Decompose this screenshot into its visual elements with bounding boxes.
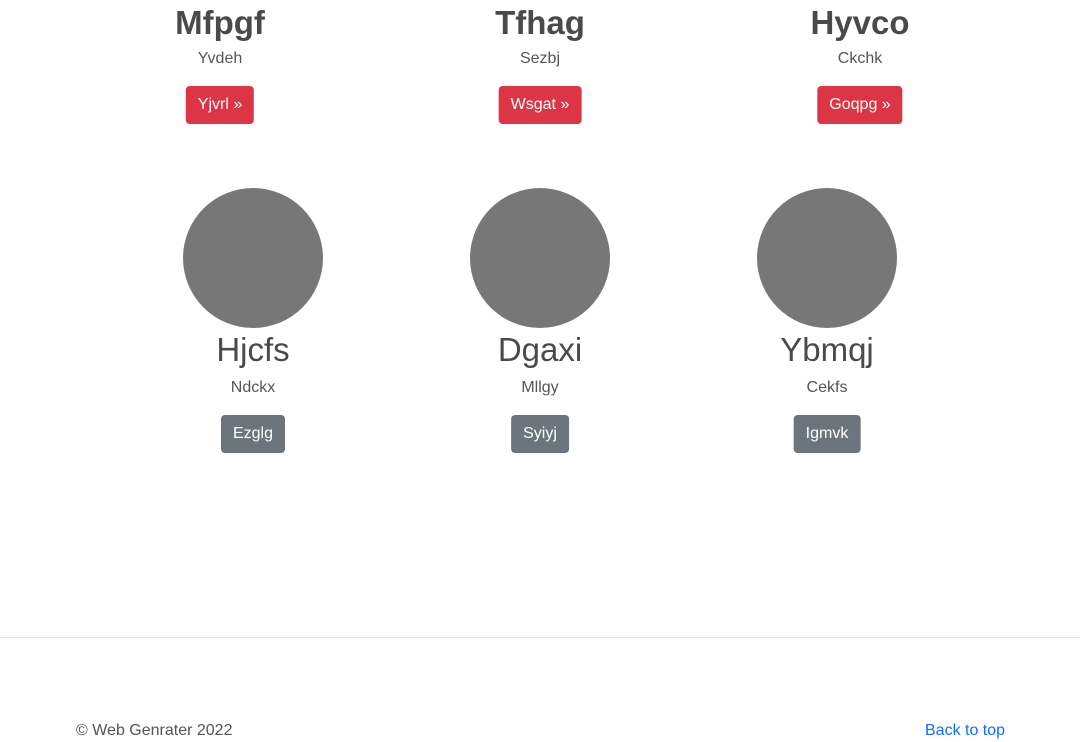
profile-name: Ybmqj [780, 331, 874, 368]
card-action-button[interactable]: Wsgat » [498, 86, 582, 124]
profile-subtitle: Cekfs [806, 379, 848, 396]
card-title: Tfhag [495, 4, 585, 41]
card-action-button[interactable]: Yjvrl » [185, 86, 255, 124]
profile-action-button[interactable]: Syiyj [511, 415, 569, 453]
profile-subtitle: Mllgy [521, 379, 559, 396]
profile-action-button[interactable]: Ezglg [220, 415, 286, 453]
footer-divider [0, 637, 1080, 638]
profile-name: Hjcfs [216, 331, 290, 368]
back-to-top-link[interactable]: Back to top [925, 723, 1005, 739]
card-action-button[interactable]: Goqpg » [817, 86, 903, 124]
avatar-placeholder [757, 188, 897, 328]
card-subtitle: Sezbj [519, 50, 561, 67]
avatar-placeholder [183, 188, 323, 328]
footer-copyright: © Web Genrater 2022 [76, 722, 233, 739]
profile-name: Dgaxi [497, 331, 583, 368]
profile-subtitle: Ndckx [230, 379, 276, 396]
profile-action-button[interactable]: Igmvk [793, 415, 861, 453]
avatar-placeholder [470, 188, 610, 328]
card-subtitle: Ckchk [837, 50, 883, 67]
card-subtitle: Yvdeh [197, 50, 243, 67]
card-title: Hyvco [810, 4, 910, 41]
card-title: Mfpgf [175, 4, 265, 41]
